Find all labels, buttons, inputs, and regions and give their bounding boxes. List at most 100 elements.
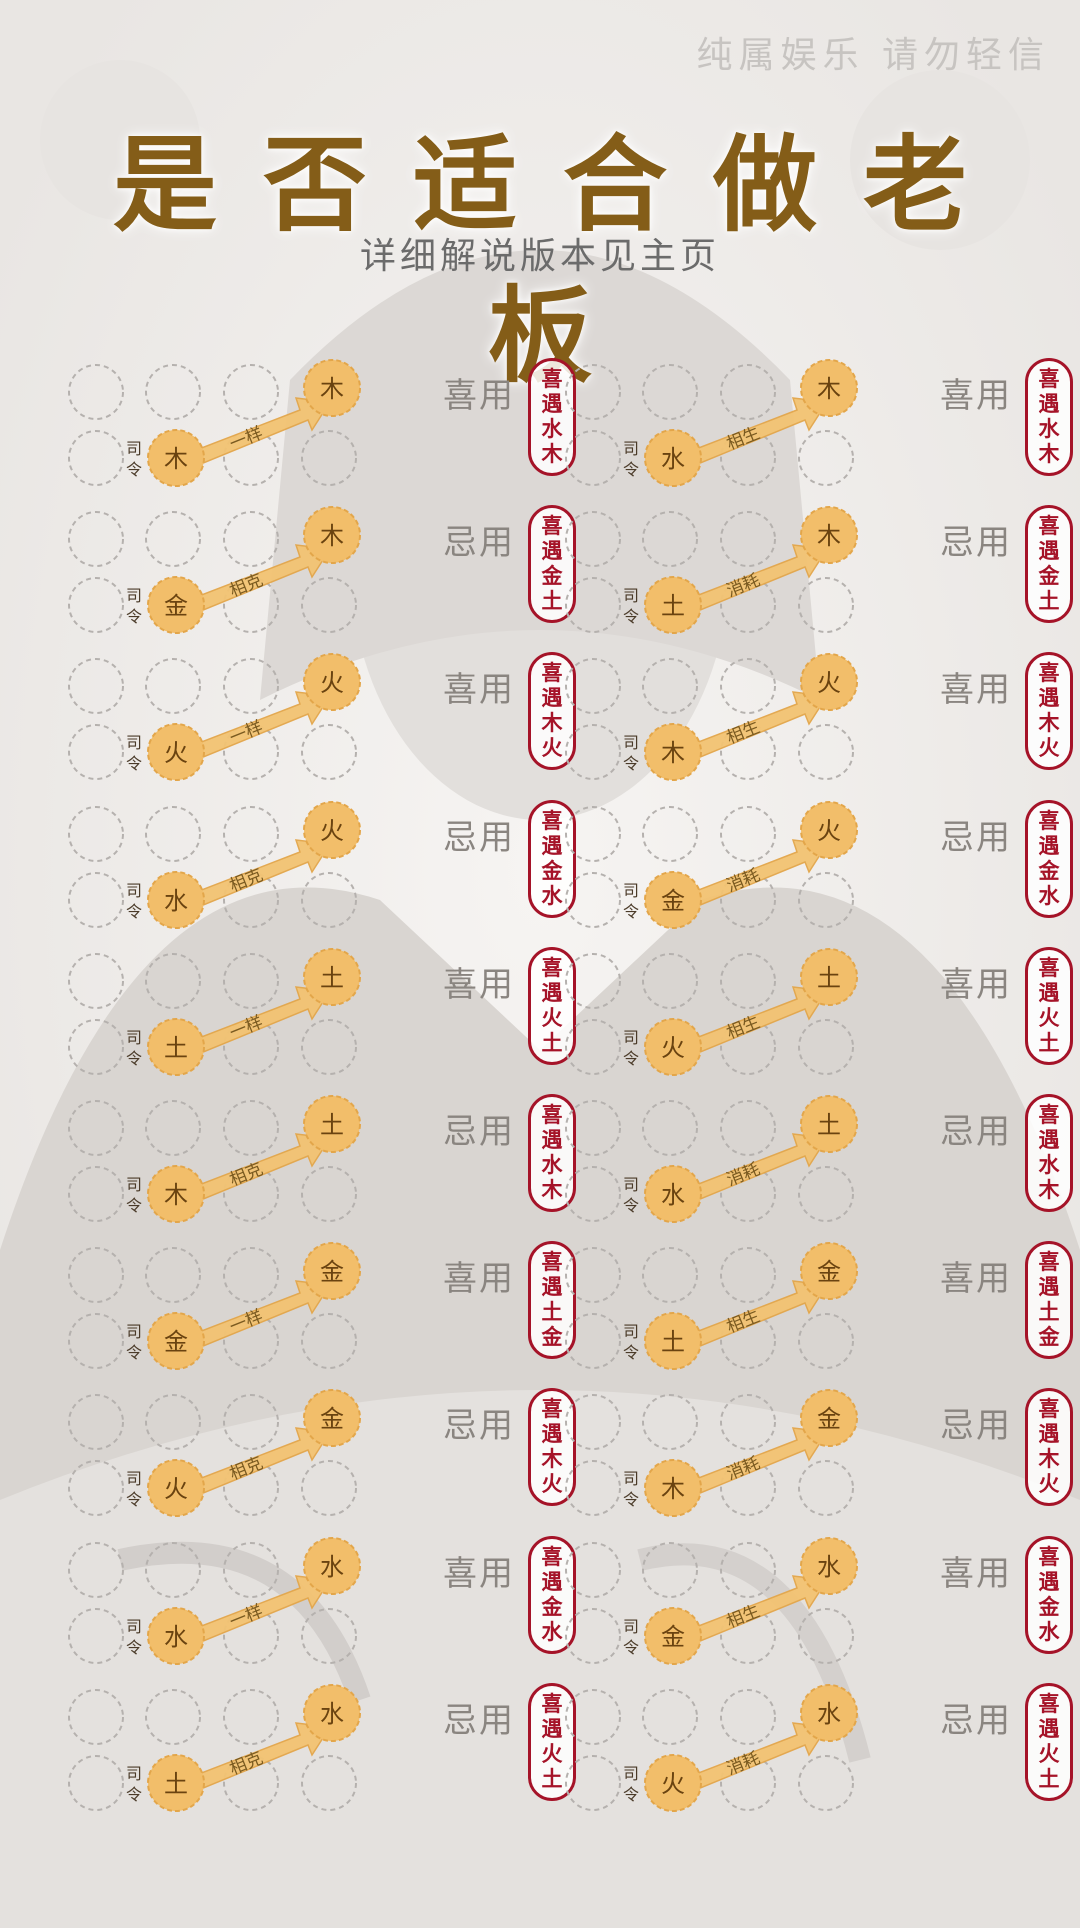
relation-label: 消耗: [724, 1159, 763, 1190]
svg-text:令: 令: [623, 1785, 639, 1804]
empty-slot-circle: [565, 1607, 621, 1664]
svg-text:令: 令: [126, 1785, 142, 1804]
source-element-label: 火: [164, 1475, 188, 1503]
usage-label: 忌用: [443, 1700, 515, 1741]
empty-slot-circle: [145, 805, 201, 862]
svg-text:令: 令: [623, 607, 639, 626]
element-diagram: 相克木司令土忌用 喜遇水木: [68, 1094, 576, 1234]
target-element-label: 水: [320, 1553, 344, 1581]
svg-text:司: 司: [623, 881, 639, 900]
usage-label: 喜用: [443, 1259, 515, 1300]
source-element-label: 金: [661, 887, 685, 915]
element-diagram: 相生水司令木喜用 喜遇水木: [565, 358, 1073, 498]
svg-text:司: 司: [623, 1469, 639, 1488]
commander-label: 司令: [623, 881, 639, 921]
svg-text:令: 令: [126, 1343, 142, 1362]
commander-label: 司令: [126, 733, 142, 773]
svg-text:令: 令: [126, 1638, 142, 1657]
empty-slot-circle: [565, 511, 621, 568]
target-element-label: 水: [320, 1700, 344, 1728]
source-element-label: 水: [661, 445, 685, 473]
empty-slot-circle: [798, 577, 854, 634]
svg-text:令: 令: [623, 1049, 639, 1068]
svg-text:令: 令: [623, 1196, 639, 1215]
usage-label: 喜用: [940, 964, 1012, 1005]
empty-slot-circle: [565, 430, 621, 486]
svg-text:司: 司: [126, 1764, 142, 1783]
svg-text:司: 司: [623, 1322, 639, 1341]
empty-slot-circle: [68, 1100, 124, 1156]
badge-text: 喜遇金水: [541, 808, 563, 908]
empty-slot-circle: [565, 805, 621, 862]
element-diagram: 相克金司令木忌用 喜遇金土: [68, 505, 576, 645]
empty-slot-circle: [798, 1166, 854, 1222]
commander-label: 司令: [126, 1028, 142, 1068]
empty-slot-circle: [223, 1541, 279, 1598]
svg-text:令: 令: [126, 460, 142, 479]
empty-slot-circle: [145, 1394, 201, 1451]
favorable-elements-badge: 喜遇火土: [1025, 1682, 1073, 1801]
element-diagram: 相克火司令金忌用 喜遇木火: [68, 1388, 576, 1528]
empty-slot-circle: [565, 724, 621, 781]
empty-slot-circle: [68, 1166, 124, 1222]
svg-text:令: 令: [126, 1049, 142, 1068]
favorable-elements-badge: 喜遇土金: [1025, 1241, 1073, 1360]
commander-label: 司令: [126, 1617, 142, 1657]
badge-text: 喜遇金水: [1038, 808, 1060, 908]
usage-label: 喜用: [443, 964, 515, 1005]
source-element-label: 金: [164, 1328, 188, 1356]
empty-slot-circle: [301, 1166, 357, 1222]
empty-slot-circle: [798, 871, 854, 928]
element-diagram: 相生金司令水喜用 喜遇金水: [565, 1535, 1073, 1676]
empty-slot-circle: [720, 1541, 776, 1598]
element-diagram: 一样金司令金喜用 喜遇土金: [68, 1241, 576, 1381]
commander-label: 司令: [126, 1175, 142, 1215]
empty-slot-circle: [565, 1460, 621, 1517]
empty-slot-circle: [720, 1247, 776, 1304]
source-element-label: 土: [164, 1770, 188, 1798]
commander-label: 司令: [623, 1028, 639, 1068]
commander-label: 司令: [126, 1469, 142, 1509]
empty-slot-circle: [68, 1313, 124, 1370]
source-element-label: 土: [661, 1328, 685, 1356]
empty-slot-circle: [565, 1394, 621, 1451]
empty-slot-circle: [68, 952, 124, 1009]
empty-slot-circle: [720, 658, 776, 715]
svg-text:司: 司: [126, 1028, 142, 1047]
empty-slot-circle: [720, 1394, 776, 1451]
favorable-elements-badge: 喜遇金土: [1025, 505, 1073, 624]
target-element-label: 金: [320, 1405, 344, 1433]
commander-label: 司令: [623, 1469, 639, 1509]
target-element-label: 火: [320, 669, 344, 697]
commander-label: 司令: [623, 1322, 639, 1362]
svg-text:令: 令: [623, 754, 639, 773]
target-element-label: 火: [817, 817, 841, 845]
empty-slot-circle: [68, 724, 124, 781]
relation-label: 一样: [227, 1306, 266, 1337]
empty-slot-circle: [798, 1313, 854, 1370]
empty-slot-circle: [565, 658, 621, 715]
badge-text: 喜遇火土: [541, 1691, 563, 1791]
svg-text:司: 司: [126, 881, 142, 900]
svg-text:司: 司: [126, 1322, 142, 1341]
svg-text:司: 司: [126, 1469, 142, 1488]
source-element-label: 水: [164, 887, 188, 915]
empty-slot-circle: [68, 805, 124, 862]
svg-text:令: 令: [126, 1490, 142, 1509]
empty-slot-circle: [223, 1100, 279, 1156]
empty-slot-circle: [720, 1100, 776, 1156]
target-element-label: 金: [817, 1405, 841, 1433]
source-element-label: 火: [164, 739, 188, 767]
relation-label: 相克: [227, 1159, 266, 1190]
element-diagram: 一样木司令木喜用 喜遇水木: [68, 358, 576, 498]
source-element-label: 土: [661, 592, 685, 620]
relation-label: 相克: [227, 1748, 266, 1779]
relation-label: 消耗: [724, 570, 763, 601]
source-element-label: 木: [164, 445, 188, 473]
relation-label: 一样: [227, 718, 266, 749]
usage-label: 喜用: [940, 1553, 1012, 1594]
badge-text: 喜遇土金: [541, 1250, 563, 1350]
source-element-label: 水: [164, 1623, 188, 1651]
empty-slot-circle: [565, 1541, 621, 1598]
element-diagram: 相生木司令火喜用 喜遇木火: [565, 652, 1073, 792]
